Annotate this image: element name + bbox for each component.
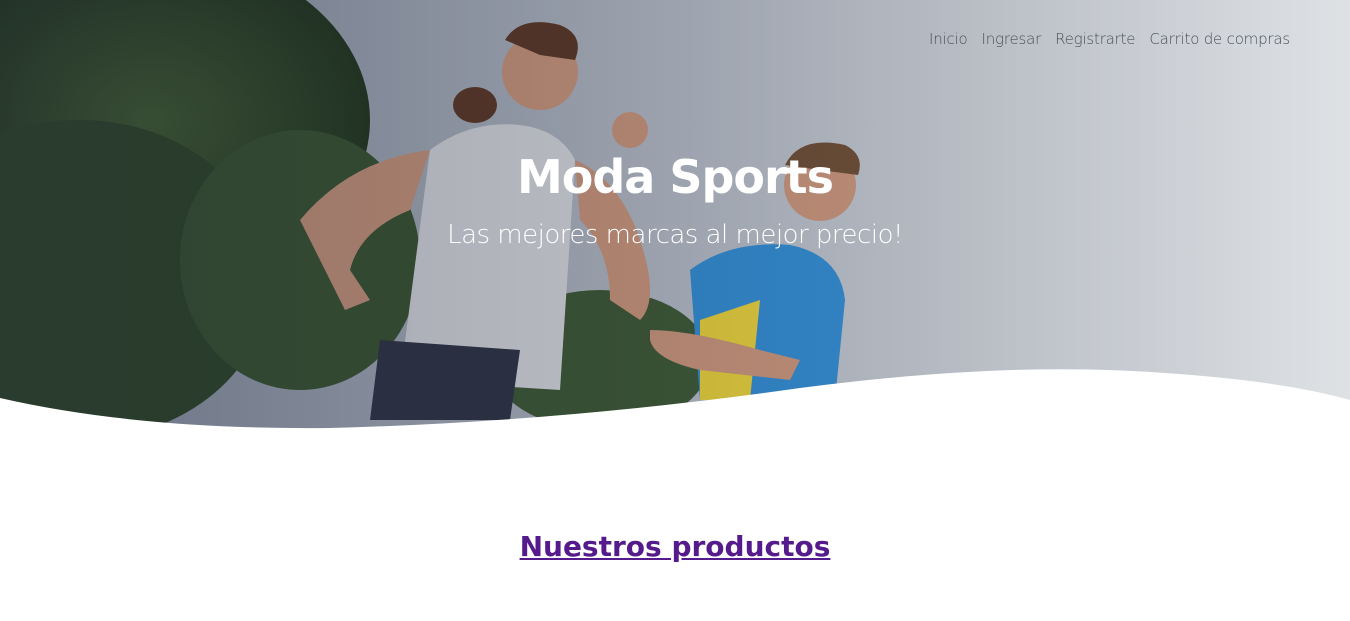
hero-title: Moda Sports <box>516 150 834 204</box>
nav-link-inicio[interactable]: Inicio <box>929 30 968 48</box>
nav-link-registrarte[interactable]: Registrarte <box>1055 30 1135 48</box>
products-heading-link[interactable]: Nuestros productos <box>520 530 831 563</box>
main-navigation: Inicio Ingresar Registrarte Carrito de c… <box>929 30 1290 48</box>
nav-link-carrito-de-compras[interactable]: Carrito de compras <box>1149 30 1290 48</box>
hero-wave-divider <box>0 369 1350 430</box>
hero-banner: Inicio Ingresar Registrarte Carrito de c… <box>0 0 1350 430</box>
nav-link-ingresar[interactable]: Ingresar <box>981 30 1041 48</box>
page: Inicio Ingresar Registrarte Carrito de c… <box>0 0 1350 621</box>
hero-subtitle: Las mejores marcas al mejor precio! <box>447 220 903 250</box>
products-section-heading: Nuestros productos <box>0 530 1350 563</box>
